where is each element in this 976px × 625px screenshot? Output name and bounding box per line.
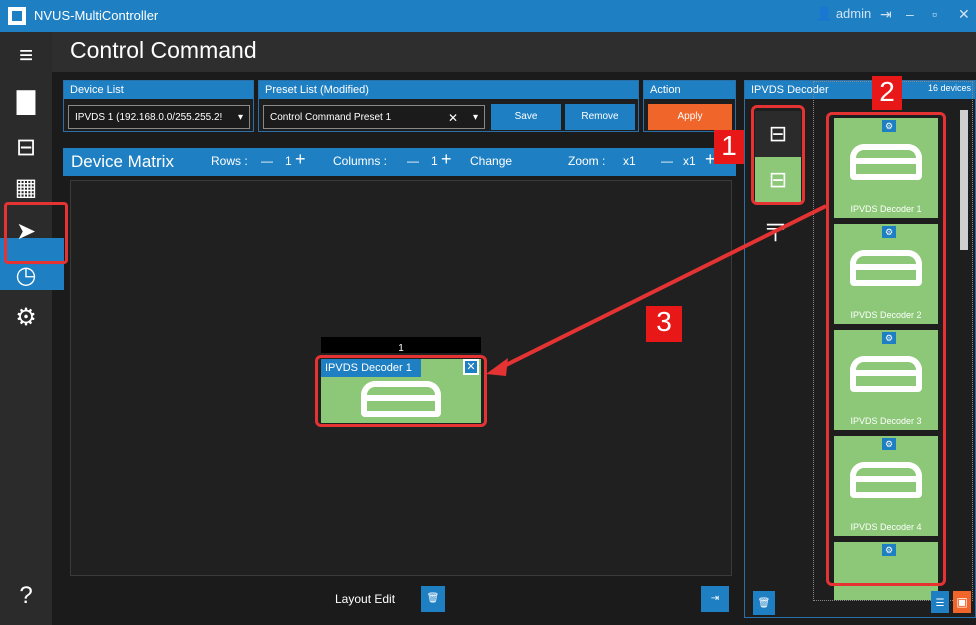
annotation-arrow [486,204,827,376]
